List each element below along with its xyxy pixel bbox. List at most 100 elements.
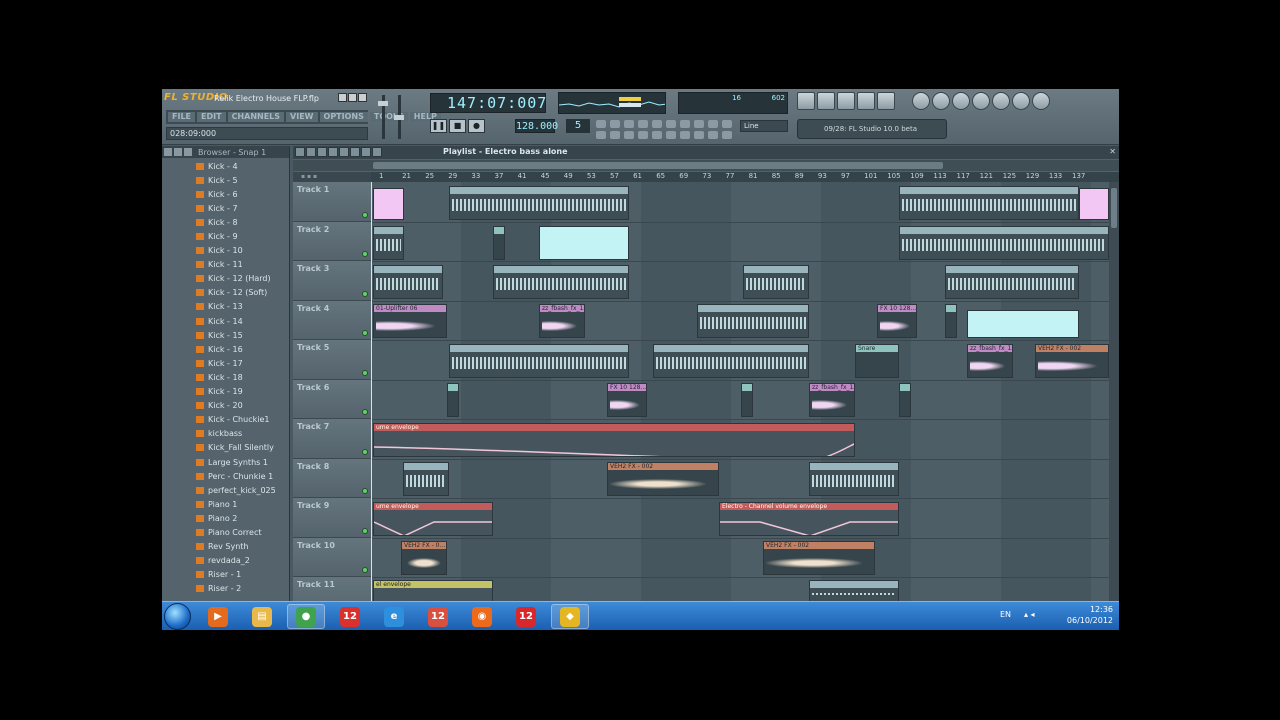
start-button[interactable]: [164, 603, 191, 630]
browser-item[interactable]: Kick - 19: [162, 385, 289, 399]
browser-item[interactable]: Kick - 20: [162, 399, 289, 413]
browser-item[interactable]: Kick - 13: [162, 300, 289, 314]
tb-button[interactable]: [694, 131, 704, 139]
clip-pattern[interactable]: [697, 304, 809, 338]
clip-audio[interactable]: Snare: [855, 344, 899, 378]
mute-tool-icon[interactable]: [328, 147, 338, 157]
playlist-icon[interactable]: [797, 92, 815, 110]
track-mute-led[interactable]: [362, 409, 368, 415]
draw-tool-icon[interactable]: [295, 147, 305, 157]
clip-envelope[interactable]: Electro - Channel volume envelope: [719, 502, 899, 536]
tb-button[interactable]: [596, 120, 606, 128]
menu-file[interactable]: FILE: [168, 112, 196, 122]
tb-button[interactable]: [652, 131, 662, 139]
taskbar-internet-explorer[interactable]: e: [375, 604, 413, 629]
browser-item[interactable]: Kick - 7: [162, 201, 289, 215]
tb-button[interactable]: [722, 131, 732, 139]
track-mute-led[interactable]: [362, 527, 368, 534]
taskbar-fl-12-alt[interactable]: 12: [419, 604, 457, 629]
tb-button[interactable]: [666, 120, 676, 128]
clip-audio[interactable]: VEH2 FX - 002: [763, 541, 875, 575]
clip-audio[interactable]: zz_fbash_fx_13: [539, 304, 585, 338]
tb-button[interactable]: [638, 131, 648, 139]
taskbar-orange-app[interactable]: ◉: [463, 604, 501, 629]
tb-button[interactable]: [652, 120, 662, 128]
browser-item[interactable]: Kick - 14: [162, 314, 289, 328]
browser-item[interactable]: Kick - 18: [162, 370, 289, 384]
clip-pattern[interactable]: [945, 265, 1079, 299]
browser-item[interactable]: Kick - 5: [162, 173, 289, 187]
clip-pattern[interactable]: [899, 226, 1109, 260]
track-header[interactable]: Track 8: [293, 458, 371, 498]
tb-button[interactable]: [694, 120, 704, 128]
clip-pattern[interactable]: [449, 186, 629, 220]
browser-item[interactable]: Kick - 17: [162, 356, 289, 370]
clip-pink-block[interactable]: [373, 188, 404, 220]
tb-button[interactable]: [610, 131, 620, 139]
menu-edit[interactable]: EDIT: [197, 112, 226, 122]
clip-audio[interactable]: [945, 304, 957, 338]
clip-pattern[interactable]: [449, 344, 629, 378]
browser-item[interactable]: Piano 1: [162, 497, 289, 511]
channel-rack-icon[interactable]: [837, 92, 855, 110]
record-button[interactable]: ●: [468, 119, 485, 133]
browser-icon[interactable]: [877, 92, 895, 110]
song-position-display[interactable]: 147:07:007: [430, 93, 546, 113]
track-header[interactable]: Track 1: [293, 182, 371, 222]
track-header[interactable]: Track 6: [293, 379, 371, 419]
tb-button[interactable]: [722, 120, 732, 128]
horizontal-scroll-thumb[interactable]: [373, 162, 943, 169]
track-header[interactable]: Track 9: [293, 498, 371, 538]
browser-item[interactable]: Kick_Fall Silently: [162, 441, 289, 455]
slice-tool-icon[interactable]: [339, 147, 349, 157]
clip-audio[interactable]: [493, 226, 505, 260]
paint-tool-icon[interactable]: [306, 147, 316, 157]
browser-item[interactable]: Riser - 1: [162, 568, 289, 582]
browser-item[interactable]: Piano Correct: [162, 525, 289, 539]
taskbar-fl-12-box[interactable]: 12: [507, 604, 545, 629]
plugin-icon[interactable]: [932, 92, 950, 110]
clip-audio[interactable]: VEH2 FX - 002: [607, 462, 719, 496]
tb-button[interactable]: [680, 120, 690, 128]
tb-button[interactable]: [708, 131, 718, 139]
track-mute-led[interactable]: [362, 290, 368, 297]
browser-item[interactable]: Perc - Chunkie 1: [162, 469, 289, 483]
maximize-button[interactable]: [348, 93, 357, 102]
browser-menu-icon[interactable]: [164, 148, 172, 156]
clip-audio[interactable]: zz_fbash_fx_13: [967, 344, 1013, 378]
clip-pattern[interactable]: [373, 265, 443, 299]
track-header[interactable]: Track 10: [293, 537, 371, 577]
playlist-lanes[interactable]: 01-Uplifter 06 zz_fbash_fx_13 FX 10 128.…: [371, 182, 1109, 606]
browser-item[interactable]: Kick - 10: [162, 244, 289, 258]
track-mute-led[interactable]: [362, 211, 368, 218]
clip-pattern[interactable]: [653, 344, 809, 378]
track-header[interactable]: Track 3: [293, 261, 371, 301]
track-mute-led[interactable]: [362, 369, 368, 376]
browser-item[interactable]: Kick - 9: [162, 229, 289, 243]
master-pitch-knob[interactable]: [394, 115, 404, 120]
taskbar-media-player[interactable]: ▶: [199, 604, 237, 629]
track-header[interactable]: Track 7: [293, 419, 371, 459]
browser-item[interactable]: revdada_2: [162, 554, 289, 568]
clip-audio[interactable]: FX 10 128...: [877, 304, 917, 338]
clip-pattern[interactable]: [809, 462, 899, 496]
clip-pink-block[interactable]: [1079, 188, 1109, 220]
browser-item[interactable]: Riser - 2: [162, 582, 289, 596]
clip-audio[interactable]: [899, 383, 911, 417]
browser-search-icon[interactable]: [184, 148, 192, 156]
playback-tool-icon[interactable]: [372, 147, 382, 157]
clip-cyan-block[interactable]: [539, 226, 629, 260]
menu-channels[interactable]: CHANNELS: [227, 112, 285, 122]
pattern-selector[interactable]: 5: [566, 119, 590, 133]
clip-pattern[interactable]: [899, 186, 1079, 220]
clip-audio[interactable]: VEH2 FX - 0...: [401, 541, 447, 575]
track-mute-led[interactable]: [362, 448, 368, 455]
tempo-icon[interactable]: [952, 92, 970, 110]
taskbar-explorer[interactable]: ▤: [243, 604, 281, 629]
browser-item[interactable]: Rev Synth: [162, 540, 289, 554]
clip-cyan-block[interactable]: [967, 310, 1079, 338]
tempo-display[interactable]: 128.000: [515, 119, 558, 133]
snap-selector[interactable]: Line: [740, 120, 788, 132]
track-header[interactable]: Track 4: [293, 300, 371, 340]
close-button[interactable]: [358, 93, 367, 102]
